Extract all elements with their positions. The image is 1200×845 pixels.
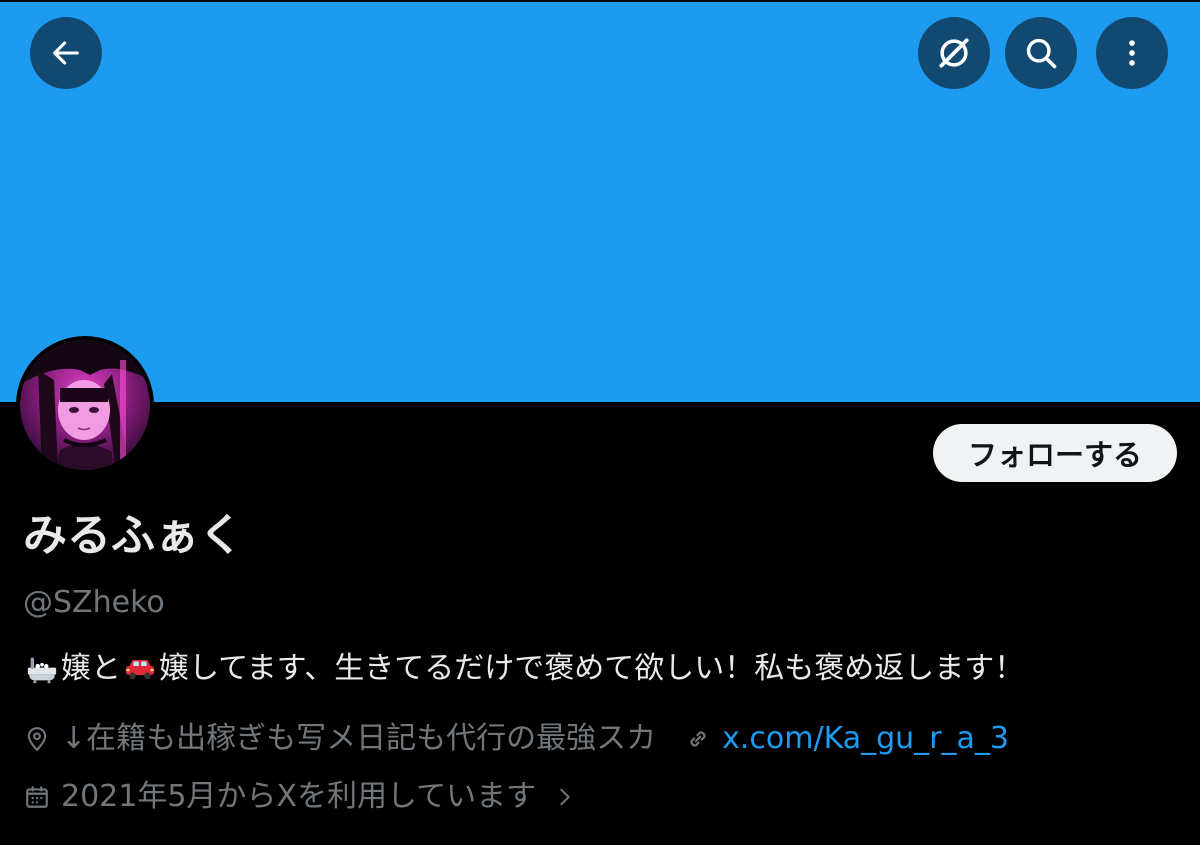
chevron-right-icon [554, 784, 576, 810]
avatar-image [20, 340, 150, 470]
link-icon [684, 725, 712, 753]
arrow-left-icon [53, 41, 79, 65]
user-handle: @SZheko [23, 585, 165, 620]
follow-button[interactable]: フォローする [933, 424, 1177, 482]
car-icon [121, 650, 159, 688]
calendar-icon [23, 783, 51, 811]
grok-icon [939, 38, 969, 68]
more-vertical-icon [1129, 40, 1135, 66]
profile-website[interactable]: x.com/Ka_gu_r_a_3 [722, 719, 1009, 759]
profile-joined-row[interactable]: 2021年5月からXを利用しています [23, 777, 576, 817]
profile-joined-date: 2021年5月からXを利用しています [61, 779, 537, 814]
profile-location: ↓在籍も出稼ぎも写メ日記も代行の最強スカ [61, 721, 657, 756]
bathtub-icon [23, 650, 61, 688]
bio-text-2: 嬢してます、生きてるだけで褒めて欲しい！私も褒め返します！ [159, 651, 1025, 686]
display-name: みるふぁく [23, 510, 243, 561]
profile-bio: 嬢と 嬢してます、生きてるだけで褒めて欲しい！私も褒め返します！ [23, 648, 1024, 690]
profile-page: フォローする みるふぁく @SZheko 嬢と 嬢してます、生きてるだけで褒めて… [0, 0, 1200, 845]
search-icon [1026, 38, 1057, 69]
more-button[interactable] [1096, 17, 1168, 89]
search-button[interactable] [1005, 17, 1077, 89]
avatar[interactable] [16, 336, 154, 474]
profile-website-link[interactable]: x.com/Ka_gu_r_a_3 [684, 719, 1009, 759]
back-button[interactable] [30, 17, 102, 89]
profile-location-row: ↓在籍も出稼ぎも写メ日記も代行の最強スカ x.com/Ka_gu_r_a_3 [23, 719, 1009, 759]
bio-text-1: 嬢と [61, 651, 121, 686]
location-pin-icon [23, 725, 51, 753]
grok-button[interactable] [918, 17, 990, 89]
